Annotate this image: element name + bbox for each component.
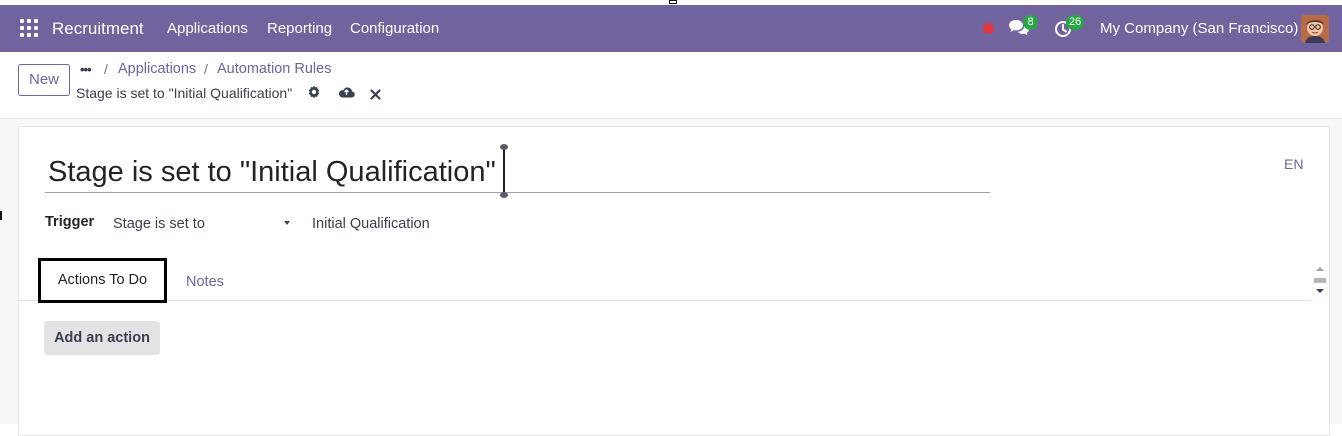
record-name: Stage is set to "Initial Qualification"	[76, 85, 293, 101]
control-panel: New ••• / Applications / Automation Rule…	[0, 52, 1342, 119]
rule-name-value: Stage is set to "Initial Qualification"	[48, 156, 496, 188]
menu-applications[interactable]: Applications	[167, 20, 248, 37]
tabs-divider	[19, 300, 1311, 301]
breadcrumb-more-button[interactable]: •••	[80, 62, 92, 77]
trigger-label: Trigger	[45, 214, 95, 230]
menu-reporting[interactable]: Reporting	[267, 20, 332, 37]
text-cursor	[503, 147, 505, 193]
language-switch[interactable]: EN	[1284, 156, 1303, 172]
menu-configuration[interactable]: Configuration	[350, 20, 439, 37]
cloud-upload-icon[interactable]	[338, 85, 355, 103]
gear-icon[interactable]	[307, 85, 321, 104]
trigger-select[interactable]: Stage is set to	[113, 216, 293, 236]
breadcrumb-applications[interactable]: Applications	[118, 61, 196, 77]
company-switcher[interactable]: My Company (San Francisco)	[1100, 20, 1298, 37]
new-button[interactable]: New	[18, 64, 70, 96]
messages-count-badge: 8	[1023, 15, 1038, 30]
window-left-edge-mark	[0, 211, 2, 220]
breadcrumb-automation-rules[interactable]: Automation Rules	[217, 61, 331, 77]
breadcrumb-separator: /	[204, 61, 208, 77]
user-avatar[interactable]	[1301, 15, 1329, 43]
tab-actions-to-do[interactable]: Actions To Do	[38, 258, 167, 303]
close-icon[interactable]	[370, 87, 381, 105]
trigger-stage-field[interactable]: Initial Qualification	[312, 216, 430, 232]
add-action-button[interactable]: Add an action	[44, 321, 160, 355]
breadcrumb-separator: /	[104, 61, 108, 77]
tab-notes[interactable]: Notes	[186, 274, 224, 290]
selection-handle-top[interactable]	[500, 144, 508, 150]
window-resize-handle[interactable]	[669, 0, 677, 4]
activities-count-badge: 26	[1066, 15, 1085, 30]
chevron-down-icon[interactable]	[284, 221, 290, 225]
top-navbar: Recruitment Applications Reporting Confi…	[0, 5, 1342, 52]
tabs-scrollbar[interactable]	[1312, 262, 1328, 298]
app-name[interactable]: Recruitment	[52, 19, 144, 39]
record-dot-icon[interactable]	[983, 23, 994, 34]
rule-name-input[interactable]: Stage is set to "Initial Qualification"	[45, 150, 990, 193]
selection-handle-bottom[interactable]	[500, 192, 508, 198]
apps-grid-icon[interactable]	[20, 19, 38, 37]
